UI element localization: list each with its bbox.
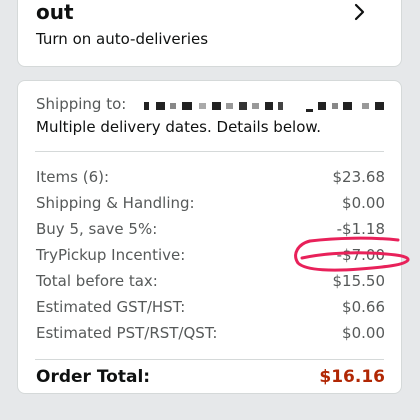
row-label: Shipping & Handling: (36, 194, 195, 212)
summary-row-discount: Buy 5, save 5%: -$1.18 (36, 219, 385, 239)
order-total-label: Order Total: (36, 367, 151, 387)
redacted-address (144, 102, 384, 112)
row-value: $0.66 (342, 298, 385, 316)
row-label: Buy 5, save 5%: (36, 220, 158, 238)
row-value: $23.68 (332, 168, 386, 186)
row-label: Estimated PST/RST/QST: (36, 324, 218, 342)
row-value: -$1.18 (336, 220, 385, 238)
row-label: TryPickup Incentive: (36, 246, 186, 264)
summary-row-shipping: Shipping & Handling: $0.00 (36, 193, 385, 213)
row-value: $15.50 (332, 272, 386, 290)
chevron-right-icon[interactable] (349, 2, 369, 22)
summary-row-pretax: Total before tax: $15.50 (36, 271, 385, 291)
auto-delivery-title: out (36, 0, 74, 24)
summary-row-gst: Estimated GST/HST: $0.66 (36, 297, 385, 317)
order-total-value: $16.16 (319, 367, 385, 387)
order-total-row: Order Total: $16.16 (36, 359, 385, 395)
delivery-dates-note: Multiple delivery dates. Details below. (36, 118, 322, 136)
row-value: $0.00 (342, 324, 385, 342)
summary-row-items: Items (6): $23.68 (36, 167, 385, 187)
summary-row-pst: Estimated PST/RST/QST: $0.00 (36, 323, 385, 343)
shipping-to-label: Shipping to: (36, 95, 127, 113)
row-label: Estimated GST/HST: (36, 298, 186, 316)
row-value: $0.00 (342, 194, 385, 212)
divider (35, 151, 384, 152)
summary-row-trypickup: TryPickup Incentive: -$7.00 (36, 245, 385, 265)
auto-delivery-card[interactable]: out Turn on auto-deliveries (17, 0, 402, 67)
auto-delivery-subtitle: Turn on auto-deliveries (36, 30, 209, 48)
row-label: Items (6): (36, 168, 110, 186)
order-summary-card: Shipping to: Multiple delivery dates. De… (17, 80, 402, 394)
row-value: -$7.00 (336, 246, 385, 264)
row-label: Total before tax: (36, 272, 158, 290)
